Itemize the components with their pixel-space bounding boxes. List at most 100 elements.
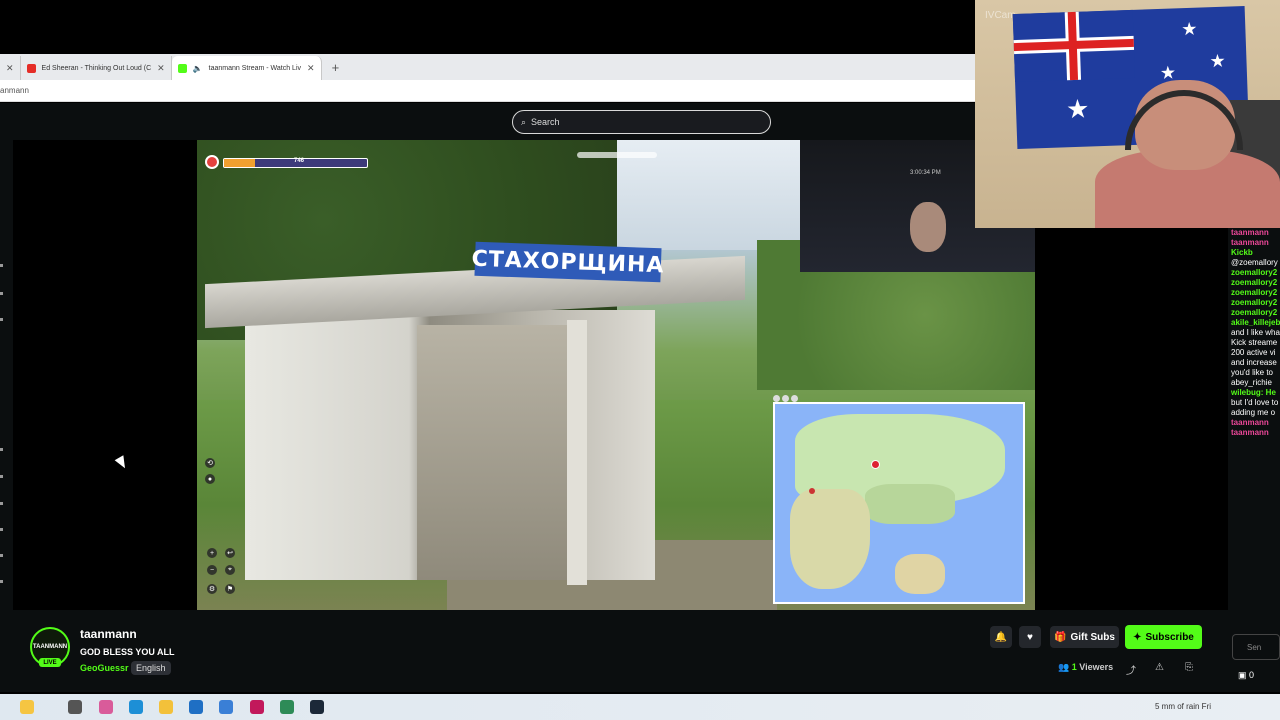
channel-name[interactable]: taanmann xyxy=(80,627,137,641)
obs-icon[interactable] xyxy=(250,700,264,714)
youtube-icon xyxy=(26,63,36,73)
file-explorer-icon[interactable] xyxy=(159,700,173,714)
zoom-in-icon[interactable]: + xyxy=(207,548,217,558)
subscribe-button[interactable]: ✦ Subscribe xyxy=(1125,625,1202,649)
chat-message: zoemallory2 xyxy=(1231,298,1278,307)
guess-map[interactable] xyxy=(773,402,1025,604)
users-icon: 👥 xyxy=(1058,662,1070,672)
map-expand-icon[interactable] xyxy=(773,395,780,402)
chat-message: but I'd love to xyxy=(1231,398,1279,407)
subscribe-label: Subscribe xyxy=(1145,631,1194,643)
address-bar[interactable]: anmann xyxy=(0,80,975,102)
sidebar-item[interactable] xyxy=(0,502,3,505)
task-view-icon[interactable] xyxy=(68,700,82,714)
chat-message: taanmann xyxy=(1231,228,1269,237)
chat-message: abey_richie xyxy=(1231,378,1272,387)
chat-message: akile_killejeb xyxy=(1231,318,1280,327)
streamer-webcam: IVCam ★ ★ ★ ★ ★ xyxy=(975,0,1280,228)
gift-icon: 🎁 xyxy=(1054,631,1067,643)
app-icon[interactable] xyxy=(280,700,294,714)
map-tools xyxy=(773,395,798,402)
chat-message: Kick streame xyxy=(1231,338,1278,347)
sidebar-item[interactable] xyxy=(0,318,3,321)
settings-icon[interactable]: ⚙ xyxy=(207,584,217,594)
search-placeholder: Search xyxy=(531,117,560,127)
points-icon: ▣ xyxy=(1238,670,1247,680)
store-icon[interactable] xyxy=(189,700,203,714)
steam-icon[interactable] xyxy=(310,700,324,714)
chat-panel: taanmann taanmann Kickb @zoemallory zoemallo… xyxy=(1228,228,1280,610)
chat-points: ▣ 0 xyxy=(1238,670,1254,681)
bell-icon[interactable]: 🔔 xyxy=(990,626,1012,648)
paint-icon[interactable] xyxy=(99,700,113,714)
copilot-icon[interactable] xyxy=(20,700,34,714)
map-land xyxy=(865,484,955,524)
station-sign: СТАХОРЩИНА xyxy=(471,241,665,283)
stream-info-bar xyxy=(0,610,1228,692)
avatar-text: TAANMANN xyxy=(32,644,68,650)
sidebar-strip xyxy=(0,140,13,610)
sidebar-item[interactable] xyxy=(0,264,3,267)
clip-icon[interactable]: ⎘ xyxy=(1185,662,1193,673)
search-icon: ⌕ xyxy=(521,116,527,127)
weather-widget[interactable]: 5 mm of rain Fri xyxy=(1155,702,1211,711)
points-count: 0 xyxy=(1249,670,1255,680)
sidebar-item[interactable] xyxy=(0,580,3,583)
browser-tab-partial[interactable]: ✕ xyxy=(0,56,21,80)
sidebar-item[interactable] xyxy=(0,475,3,478)
stream-video[interactable]: СТАХОРЩИНА 746 ⟲ ● + ↩ − ⌖ ⚙ ⚑ 3:00:34 P… xyxy=(197,140,1035,610)
tab-label: taanmann Stream - Watch Liv xyxy=(208,64,302,72)
game-control-button[interactable]: ⟲ xyxy=(205,458,215,468)
category-link[interactable]: GeoGuessr xyxy=(80,663,129,673)
chat-input[interactable]: Sen xyxy=(1232,634,1280,660)
bus-shelter-pillar xyxy=(567,320,587,585)
address-text: anmann xyxy=(0,86,29,95)
chat-message: and I like wha xyxy=(1231,328,1280,337)
close-icon[interactable]: ✕ xyxy=(307,63,315,74)
browser-tab-youtube[interactable]: Ed Sheeran - Thinking Out Loud (C ✕ xyxy=(21,56,172,80)
flag-icon[interactable]: ⚑ xyxy=(225,584,235,594)
sidebar-item[interactable] xyxy=(0,292,3,295)
location-pin-icon xyxy=(205,155,219,169)
chat-message: you'd like to xyxy=(1231,368,1273,377)
zoom-out-icon[interactable]: − xyxy=(207,565,217,575)
chat-message: taanmann xyxy=(1231,238,1269,247)
close-icon[interactable]: ✕ xyxy=(6,63,14,74)
chat-send-label: Sen xyxy=(1247,643,1262,652)
gift-subs-button[interactable]: 🎁 Gift Subs xyxy=(1050,626,1119,648)
game-control-button[interactable]: ● xyxy=(205,474,215,484)
chat-message: adding me o xyxy=(1231,408,1276,417)
undo-icon[interactable]: ↩ xyxy=(225,548,235,558)
edge-icon[interactable] xyxy=(129,700,143,714)
sidebar-item[interactable] xyxy=(0,528,3,531)
app-icon[interactable] xyxy=(219,700,233,714)
map-size-icon[interactable] xyxy=(791,395,798,402)
game-hud: 746 xyxy=(205,155,368,173)
sidebar-item[interactable] xyxy=(0,554,3,557)
mouse-cursor-icon xyxy=(114,455,130,471)
viewers-label: Viewers xyxy=(1079,662,1114,672)
star-icon: ✦ xyxy=(1133,631,1142,643)
map-guess-icon xyxy=(809,488,815,494)
close-icon[interactable]: ✕ xyxy=(157,63,165,74)
chat-message: zoemallory2 xyxy=(1231,308,1278,317)
compass-bar xyxy=(577,152,657,158)
pin-icon[interactable]: ⌖ xyxy=(225,565,235,575)
bus-shelter-opening xyxy=(417,325,577,580)
search-input[interactable]: ⌕ Search xyxy=(512,110,771,134)
new-tab-button[interactable]: + xyxy=(322,56,350,80)
language-tag[interactable]: English xyxy=(131,661,171,675)
sidebar-item[interactable] xyxy=(0,448,3,451)
report-icon[interactable]: ⚠ xyxy=(1155,662,1164,673)
chat-message: taanmann xyxy=(1231,428,1269,437)
share-icon[interactable]: ⤴ xyxy=(1126,662,1136,677)
stream-title: GOD BLESS YOU ALL xyxy=(80,647,175,657)
webcam-clock: 3:00:34 PM xyxy=(910,170,941,176)
chat-message: @zoemallory xyxy=(1231,258,1278,267)
browser-tab-kick[interactable]: 🔈 taanmann Stream - Watch Liv ✕ xyxy=(171,56,322,80)
live-badge: LIVE xyxy=(39,658,61,667)
heart-icon[interactable]: ♥ xyxy=(1019,626,1041,648)
score-bar: 746 xyxy=(223,158,368,168)
map-pin-icon[interactable] xyxy=(782,395,789,402)
chat-message: zoemallory2 xyxy=(1231,288,1278,297)
